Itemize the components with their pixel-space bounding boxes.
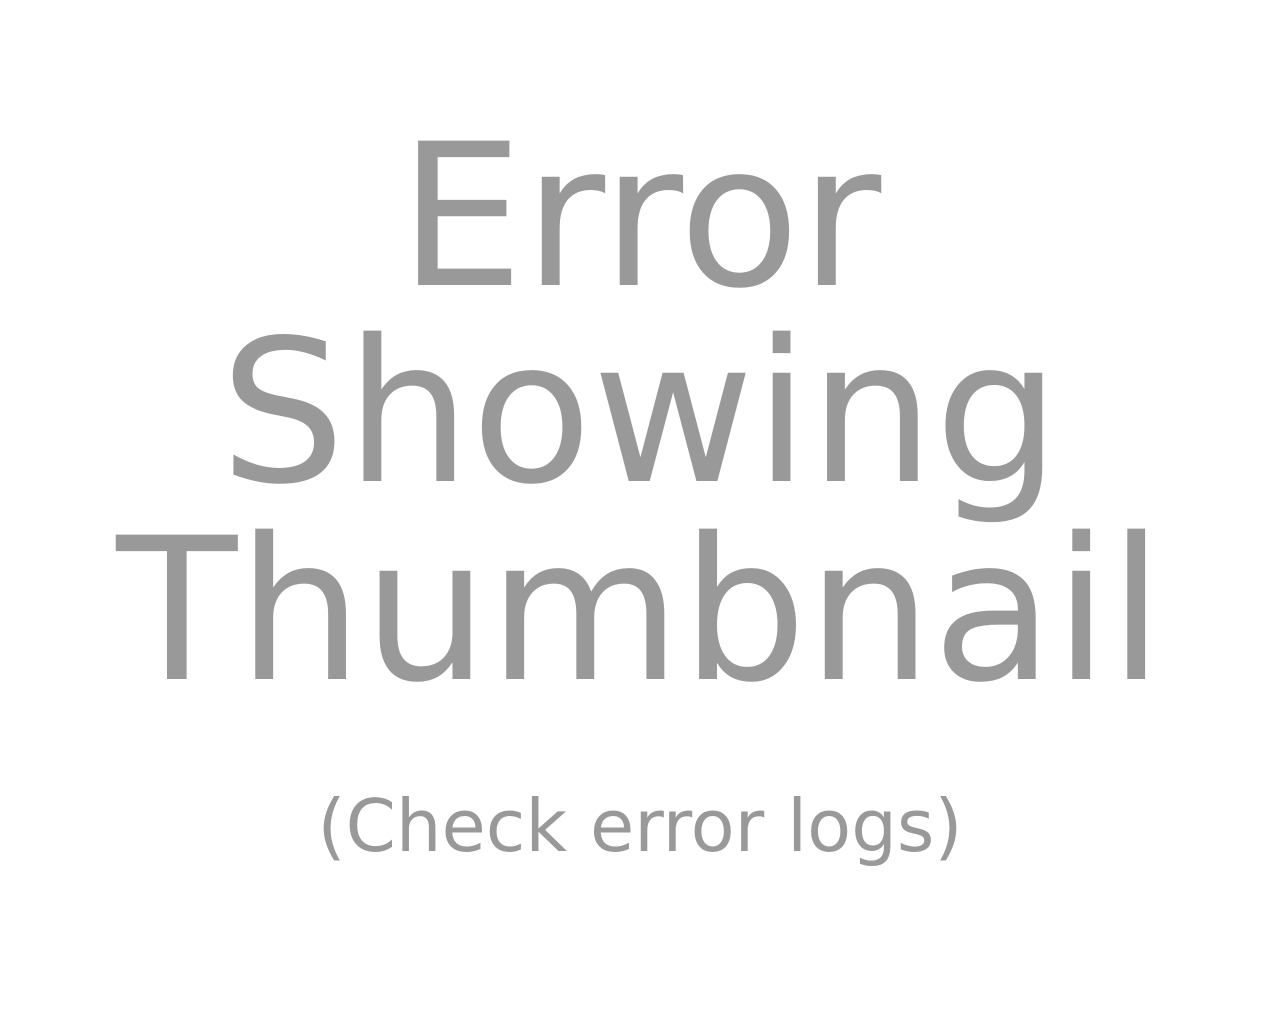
error-title-line-1: Error xyxy=(398,101,882,332)
error-title-line-3: Thumbnail xyxy=(116,495,1164,726)
error-note: (Check error logs) xyxy=(317,784,963,868)
thumbnail-error-placeholder: Error Showing Thumbnail (Check error log… xyxy=(0,0,1280,1024)
error-title-line-2: Showing xyxy=(219,297,1061,528)
